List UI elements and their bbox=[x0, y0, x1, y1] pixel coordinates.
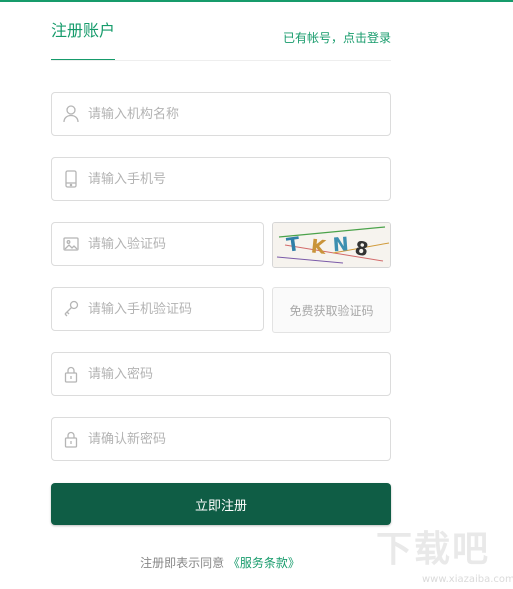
confirm-password-input[interactable] bbox=[88, 418, 382, 460]
captcha-input[interactable] bbox=[88, 223, 255, 265]
watermark-url: www.xiazaiba.com bbox=[422, 574, 513, 585]
org-name-input[interactable] bbox=[88, 93, 382, 135]
org-name-field bbox=[51, 92, 391, 136]
phone-field bbox=[51, 157, 391, 201]
header-divider bbox=[51, 60, 391, 61]
lock-icon bbox=[62, 429, 80, 449]
lock-icon bbox=[62, 364, 80, 384]
captcha-field bbox=[51, 222, 264, 266]
terms-text: 注册即表示同意 《服务条款》 bbox=[0, 555, 440, 571]
captcha-image[interactable]: T K N 8 bbox=[272, 222, 391, 268]
confirm-password-field bbox=[51, 417, 391, 461]
password-input[interactable] bbox=[88, 353, 382, 395]
get-sms-code-button[interactable]: 免费获取验证码 bbox=[272, 287, 391, 333]
watermark-text: 下载吧 bbox=[376, 529, 491, 570]
register-button[interactable]: 立即注册 bbox=[51, 483, 391, 525]
sms-code-input[interactable] bbox=[88, 288, 255, 330]
phone-input[interactable] bbox=[88, 158, 382, 200]
phone-icon bbox=[62, 169, 80, 189]
user-icon bbox=[62, 104, 80, 124]
image-icon bbox=[62, 234, 80, 254]
sms-code-field bbox=[51, 287, 264, 331]
captcha-char: N bbox=[332, 233, 349, 256]
register-tab[interactable]: 注册账户 bbox=[51, 20, 115, 42]
login-link[interactable]: 已有帐号，点击登录 bbox=[283, 30, 391, 46]
top-accent-line bbox=[0, 0, 513, 2]
terms-link[interactable]: 《服务条款》 bbox=[228, 556, 300, 570]
watermark-logo: 下载吧 www.xiazaiba.com bbox=[376, 528, 513, 588]
key-icon bbox=[62, 299, 80, 319]
terms-prefix: 注册即表示同意 bbox=[140, 556, 225, 570]
password-field bbox=[51, 352, 391, 396]
